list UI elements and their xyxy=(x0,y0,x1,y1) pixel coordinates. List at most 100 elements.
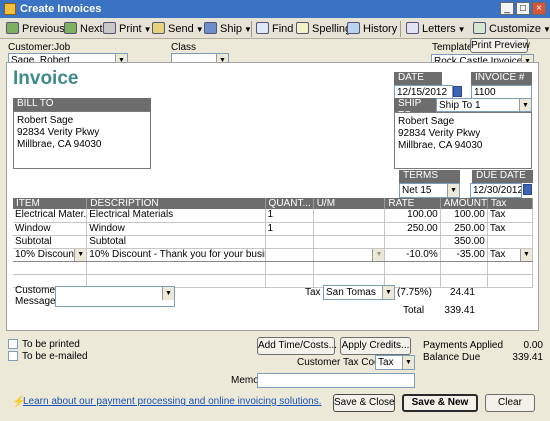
bill-to-address[interactable]: Robert Sage 92834 Verity Pkwy Millbrae, … xyxy=(13,111,151,169)
chevron-down-icon: ▼ xyxy=(195,25,204,34)
find-button[interactable]: Find xyxy=(256,21,293,37)
cell-tax-select[interactable]: Tax ▼ xyxy=(487,247,534,262)
ship-button[interactable]: Ship ▼ xyxy=(204,21,252,37)
cell-tax[interactable]: Tax xyxy=(487,209,534,223)
close-button[interactable]: × xyxy=(532,2,546,15)
cell-amount[interactable] xyxy=(440,261,488,275)
cell-amount[interactable]: 350.00 xyxy=(440,235,488,249)
bill-to-line: Robert Sage xyxy=(17,115,74,126)
cell-item[interactable]: Subtotal xyxy=(13,235,88,249)
column-header-rate[interactable]: RATE xyxy=(384,198,441,209)
cell-description[interactable] xyxy=(86,261,266,275)
template-label: Template xyxy=(432,42,473,53)
column-header-item[interactable]: ITEM xyxy=(13,198,88,209)
magnifier-icon xyxy=(256,22,269,34)
customer-message-select[interactable]: ▼ xyxy=(55,286,175,307)
cell-quantity[interactable]: 1 xyxy=(265,209,314,223)
maximize-button[interactable]: □ xyxy=(516,2,530,15)
cell-item[interactable]: Electrical Mater... xyxy=(13,209,88,223)
next-button[interactable]: Next xyxy=(64,21,103,37)
to-be-printed-label: To be printed xyxy=(22,339,80,350)
cell-tax[interactable]: Tax xyxy=(487,222,534,236)
learn-more-link[interactable]: Learn about our payment processing and o… xyxy=(23,396,322,407)
column-header-amount[interactable]: AMOUNT xyxy=(440,198,488,209)
cell-um[interactable] xyxy=(313,209,386,223)
letters-button[interactable]: Letters ▼ xyxy=(406,21,466,37)
cell-rate[interactable] xyxy=(384,261,441,275)
cell-item-select[interactable]: 10% Discount ▼ xyxy=(13,247,88,262)
cell-amount[interactable]: 100.00 xyxy=(440,209,488,223)
tax-item-select[interactable]: San Tomas ▼ xyxy=(323,285,395,300)
column-header-um[interactable]: U/M xyxy=(313,198,386,209)
terms-header: TERMS xyxy=(399,170,460,183)
column-header-quantity[interactable]: QUANT... xyxy=(265,198,314,209)
cell-tax[interactable] xyxy=(487,235,534,249)
cell-quantity[interactable] xyxy=(265,261,314,275)
window-title: Create Invoices xyxy=(20,3,102,15)
cell-item[interactable] xyxy=(13,261,88,275)
history-button[interactable]: History xyxy=(347,21,397,37)
cell-description[interactable]: Window xyxy=(86,222,266,236)
customize-button[interactable]: Customize ▼ xyxy=(473,21,550,37)
calendar-icon[interactable] xyxy=(523,184,532,195)
cell-tax[interactable] xyxy=(487,261,534,275)
tax-amount: 24.41 xyxy=(449,287,475,298)
cell-amount[interactable]: -35.00 xyxy=(440,247,488,262)
chevron-down-icon: ▼ xyxy=(402,356,414,369)
column-header-tax[interactable]: Tax xyxy=(487,198,534,209)
cell-rate[interactable]: -10.0% xyxy=(384,247,441,262)
clear-button[interactable]: Clear xyxy=(485,394,535,412)
cell-quantity[interactable] xyxy=(265,274,314,288)
table-row[interactable]: Electrical Mater... Electrical Materials… xyxy=(13,209,534,223)
cell-quantity[interactable] xyxy=(265,247,314,262)
tax-label: Tax xyxy=(305,287,321,298)
cell-amount[interactable] xyxy=(440,274,488,288)
ship-to-select[interactable]: Ship To 1 ▼ xyxy=(436,98,532,112)
window-title-bar[interactable]: Create Invoices xyxy=(0,0,550,18)
customer-tax-code-select[interactable]: Tax ▼ xyxy=(375,355,415,370)
cell-quantity[interactable] xyxy=(265,235,314,249)
memo-field[interactable] xyxy=(257,373,415,388)
to-be-emailed-label: To be e-mailed xyxy=(22,351,88,362)
balance-due-value: 339.41 xyxy=(512,352,543,363)
minimize-button[interactable]: _ xyxy=(500,2,514,15)
apply-credits-button[interactable]: Apply Credits... xyxy=(340,337,411,355)
save-new-button[interactable]: Save & New xyxy=(402,394,478,412)
cell-item[interactable]: Window xyxy=(13,222,88,236)
terms-select[interactable]: Net 15 ▼ xyxy=(399,183,460,198)
calendar-icon[interactable] xyxy=(453,86,462,97)
table-row[interactable]: Subtotal Subtotal 350.00 xyxy=(13,235,534,249)
invoice-number-header: INVOICE # xyxy=(471,72,532,85)
cell-quantity[interactable]: 1 xyxy=(265,222,314,236)
table-row[interactable] xyxy=(13,261,534,275)
chevron-down-icon: ▼ xyxy=(520,249,532,260)
spelling-button[interactable]: Spelling xyxy=(296,21,351,37)
due-date-header: DUE DATE xyxy=(472,170,533,183)
cell-um[interactable] xyxy=(313,222,386,236)
previous-button[interactable]: Previous xyxy=(6,21,65,37)
to-be-emailed-checkbox[interactable] xyxy=(8,351,18,361)
cell-um-select[interactable]: ▼ xyxy=(313,247,386,262)
cell-amount[interactable]: 250.00 xyxy=(440,222,488,236)
cell-description[interactable]: Subtotal xyxy=(86,235,266,249)
cell-um[interactable] xyxy=(313,235,386,249)
column-header-description[interactable]: DESCRIPTION xyxy=(86,198,266,209)
due-date-field[interactable]: 12/30/2012 xyxy=(470,183,522,198)
table-row[interactable]: Window Window 1 250.00 250.00 Tax xyxy=(13,222,534,236)
chevron-down-icon: ▼ xyxy=(74,249,86,260)
cell-um[interactable] xyxy=(313,261,386,275)
cell-tax[interactable] xyxy=(487,274,534,288)
send-button[interactable]: Send ▼ xyxy=(152,21,204,37)
cell-rate[interactable]: 100.00 xyxy=(384,209,441,223)
print-preview-button[interactable]: Print Preview xyxy=(470,38,530,53)
cell-description[interactable]: 10% Discount - Thank you for your busine… xyxy=(86,247,266,262)
add-time-costs-button[interactable]: Add Time/Costs... xyxy=(257,337,337,355)
save-close-button[interactable]: Save & Close xyxy=(333,394,395,412)
print-button[interactable]: Print ▼ xyxy=(103,21,152,37)
cell-rate[interactable]: 250.00 xyxy=(384,222,441,236)
cell-rate[interactable] xyxy=(384,235,441,249)
table-row-selected[interactable]: 10% Discount ▼ 10% Discount - Thank you f… xyxy=(13,247,534,262)
to-be-printed-checkbox[interactable] xyxy=(8,339,18,349)
cell-description[interactable]: Electrical Materials xyxy=(86,209,266,223)
ship-to-address[interactable]: Robert Sage 92834 Verity Pkwy Millbrae, … xyxy=(394,112,532,169)
